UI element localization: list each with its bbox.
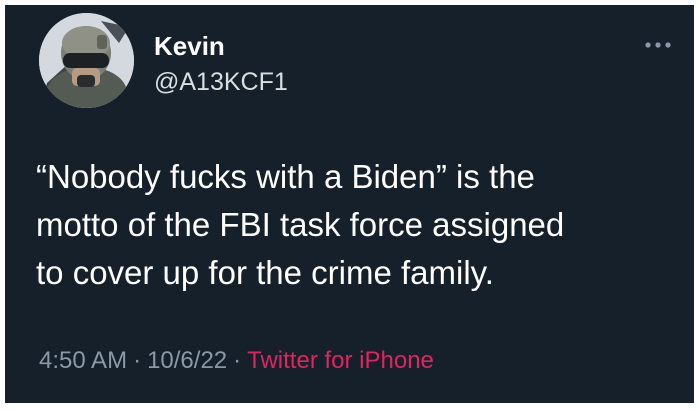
tweet-time[interactable]: 4:50 AM (39, 347, 127, 374)
more-dots-icon (645, 42, 671, 48)
avatar-pilot-image (39, 13, 134, 108)
author-name[interactable]: Kevin (154, 31, 225, 62)
tweet-text: “Nobody fucks with a Biden” is the motto… (36, 158, 565, 291)
tweet-source-link[interactable]: Twitter for iPhone (247, 347, 434, 374)
tweet-metadata: 4:50 AM · 10/6/22 · Twitter for iPhone (39, 347, 434, 375)
meta-separator: · (233, 347, 242, 374)
tweet-date[interactable]: 10/6/22 (147, 347, 227, 374)
tweet-card: Kevin @A13KCF1 “Nobody fucks with a Bide… (5, 5, 694, 403)
meta-separator: · (133, 347, 142, 374)
author-handle[interactable]: @A13KCF1 (154, 68, 288, 97)
more-options-button[interactable] (640, 33, 676, 57)
avatar[interactable] (39, 13, 134, 108)
